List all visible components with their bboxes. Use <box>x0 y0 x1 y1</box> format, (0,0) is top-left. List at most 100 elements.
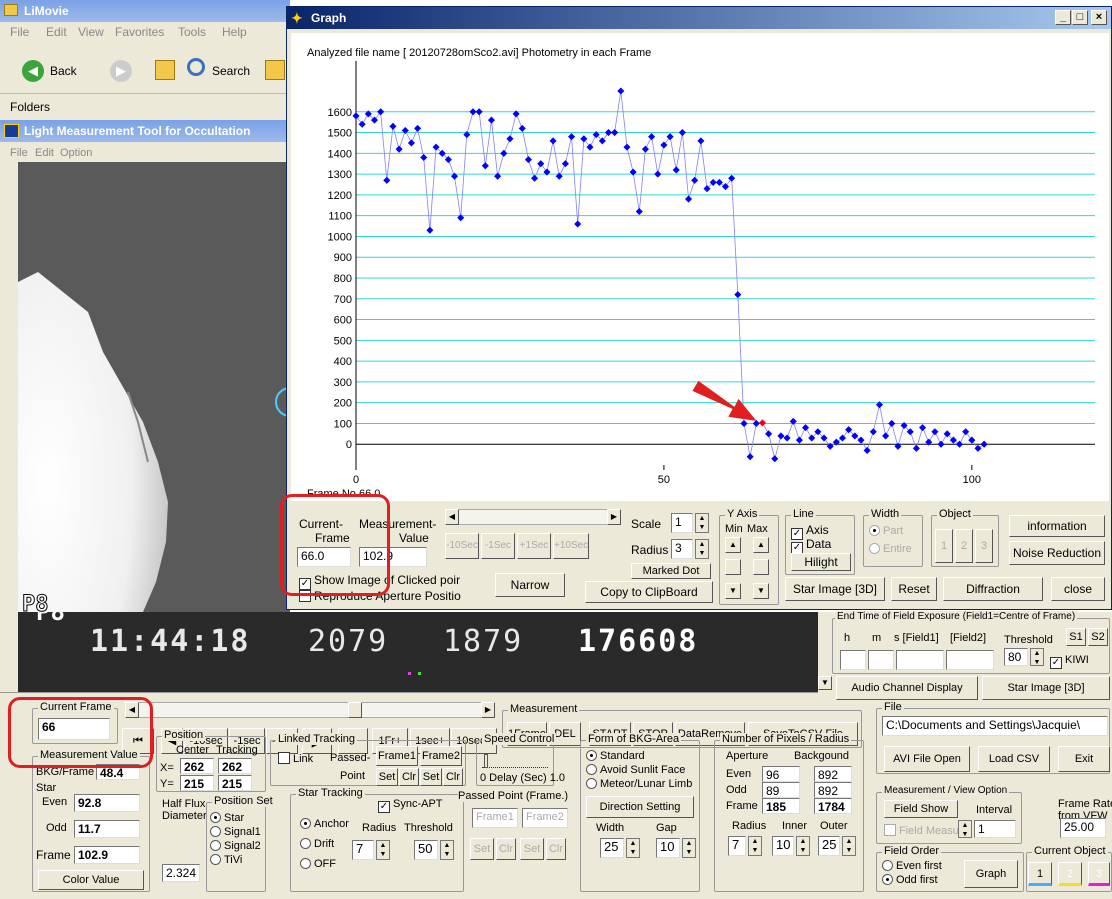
information-button[interactable]: information <box>1009 515 1105 537</box>
linked-clr2-button[interactable]: Clr <box>443 768 463 786</box>
graph-plus-10sec-button[interactable]: +10Sec <box>553 533 589 559</box>
bkg-standard-radio[interactable]: Standard <box>586 750 645 762</box>
lmt-menu-option[interactable]: Option <box>60 144 92 162</box>
odd-first-radio[interactable]: Odd first <box>882 874 938 886</box>
menu-edit[interactable]: Edit <box>46 22 67 42</box>
bkg-width-spinner[interactable]: ▲ ▼ <box>626 838 640 858</box>
noise-reduction-button[interactable]: Noise Reduction <box>1009 541 1105 565</box>
field-measure-checkbox-box[interactable] <box>884 824 896 836</box>
bkg-meteor-radio-dot[interactable] <box>586 778 597 789</box>
object-3-button[interactable]: 3 <box>1088 862 1110 886</box>
odd-first-radio-dot[interactable] <box>882 874 893 885</box>
close-window-button[interactable]: × <box>1091 10 1107 25</box>
speed-slider[interactable] <box>482 754 548 768</box>
end-m-input[interactable] <box>868 650 894 670</box>
y-max-down2[interactable]: ▼ <box>753 583 769 599</box>
frame-rate-input[interactable]: 25.00 <box>1060 818 1106 838</box>
menu-tools[interactable]: Tools <box>178 22 206 42</box>
sync-apt-checkbox[interactable]: ✓ Sync-APT <box>378 798 443 813</box>
frame-slider-track[interactable] <box>125 702 495 718</box>
radius-spinner[interactable]: ▲ ▼ <box>695 539 709 559</box>
field-measure-checkbox[interactable]: Field Measure <box>884 824 969 837</box>
hilight-button[interactable]: Hilight <box>791 553 851 571</box>
s2-button[interactable]: S2 <box>1088 628 1108 646</box>
field-show-button[interactable]: Field Show <box>884 800 958 818</box>
photometry-chart[interactable]: 0100200300400500600700800900100011001200… <box>291 33 1109 501</box>
part-radio-dot[interactable] <box>869 525 880 536</box>
entire-radio[interactable]: Entire <box>869 543 912 555</box>
linked-frame1-button[interactable]: Frame1 <box>376 746 418 766</box>
lmt-menu-edit[interactable]: Edit <box>35 144 54 162</box>
interval-input[interactable]: 1 <box>974 820 1016 838</box>
copy-to-clipboard-button[interactable]: Copy to ClipBoard <box>585 581 713 603</box>
back-label[interactable]: Back <box>50 64 77 78</box>
maximize-button[interactable]: □ <box>1072 10 1088 25</box>
star-image-3d-button[interactable]: Star Image [3D] <box>785 577 885 601</box>
drift-radio-dot[interactable] <box>300 838 311 849</box>
radius2-input[interactable]: 7 <box>728 836 746 856</box>
y-min-down2[interactable]: ▼ <box>725 583 741 599</box>
lmt-menu-file[interactable]: File <box>10 144 28 162</box>
outer-spinner[interactable]: ▲ ▼ <box>842 836 856 856</box>
anchor-radio[interactable]: Anchor <box>300 818 349 830</box>
star-image-3d-main-button[interactable]: Star Image [3D] <box>982 676 1110 700</box>
bkg-meteor-radio[interactable]: Meteor/Lunar Limb <box>586 778 692 790</box>
folders-toggle-icon[interactable] <box>265 60 285 80</box>
graph-object-2-button[interactable]: 2 <box>955 529 973 563</box>
ps-signal2-radio[interactable]: Signal2 <box>210 840 261 852</box>
linked-frame2-button[interactable]: Frame2 <box>420 746 462 766</box>
y-max-up[interactable]: ▲ <box>753 537 769 553</box>
bkg-avoid-radio[interactable]: Avoid Sunlit Face <box>586 764 685 776</box>
even-first-radio[interactable]: Even first <box>882 860 942 872</box>
data-checkbox[interactable]: ✓ Data <box>791 537 831 554</box>
reset-button[interactable]: Reset <box>891 577 937 601</box>
up-folder-icon[interactable] <box>155 60 175 80</box>
avi-file-open-button[interactable]: AVI File Open <box>884 746 970 772</box>
graph-minus-1sec-button[interactable]: -1Sec <box>481 533 515 559</box>
link-checkbox-box[interactable] <box>278 752 290 764</box>
color-value-button[interactable]: Color Value <box>38 870 144 890</box>
load-csv-button[interactable]: Load CSV <box>978 746 1050 772</box>
link-checkbox[interactable]: Link <box>278 752 313 765</box>
inner-input[interactable]: 10 <box>772 836 794 856</box>
pp-clr2-button[interactable]: Clr <box>546 838 566 860</box>
radius2-spinner[interactable]: ▲ ▼ <box>748 836 762 856</box>
graph-object-3-button[interactable]: 3 <box>975 529 993 563</box>
entire-radio-dot[interactable] <box>869 543 880 554</box>
diffraction-button[interactable]: Diffraction <box>943 577 1043 601</box>
ps-star-radio[interactable]: Star <box>210 812 244 824</box>
speed-slider-thumb[interactable] <box>484 754 488 768</box>
bkg-gap-input[interactable]: 10 <box>656 838 680 858</box>
search-icon[interactable] <box>187 58 205 76</box>
back-icon[interactable]: ◀ <box>22 60 44 82</box>
kiwi-checkbox-box[interactable]: ✓ <box>1050 657 1062 669</box>
y-min-up[interactable]: ▲ <box>725 537 741 553</box>
sync-apt-checkbox-box[interactable]: ✓ <box>378 801 390 813</box>
pp-frame2-input[interactable]: Frame2 <box>522 808 568 828</box>
st-radius-input[interactable]: 7 <box>352 840 374 860</box>
menu-help[interactable]: Help <box>222 22 247 42</box>
bkg-avoid-radio-dot[interactable] <box>586 764 597 775</box>
ps-star-radio-dot[interactable] <box>210 812 221 823</box>
linked-set1-button[interactable]: Set <box>376 768 398 786</box>
threshold-input[interactable]: 80 <box>1004 648 1028 666</box>
pp-frame1-input[interactable]: Frame1 <box>472 808 518 828</box>
graph-button[interactable]: Graph <box>964 860 1018 888</box>
bkg-gap-spinner[interactable]: ▲ ▼ <box>682 838 696 858</box>
ps-signal2-radio-dot[interactable] <box>210 840 221 851</box>
graph-plot-area[interactable]: Analyzed file name [ 20120728omSco2.avi]… <box>291 33 1109 501</box>
linked-clr1-button[interactable]: Clr <box>399 768 419 786</box>
outer-input[interactable]: 25 <box>818 836 840 856</box>
scale-spinner[interactable]: ▲ ▼ <box>695 513 709 533</box>
audio-channel-display-button[interactable]: Audio Channel Display <box>836 676 978 700</box>
exit-button[interactable]: Exit <box>1058 746 1110 772</box>
s1-button[interactable]: S1 <box>1066 628 1086 646</box>
frame-slider-thumb[interactable] <box>348 702 362 718</box>
even-first-radio-dot[interactable] <box>882 860 893 871</box>
ps-signal1-radio[interactable]: Signal1 <box>210 826 261 838</box>
anchor-radio-dot[interactable] <box>300 818 311 829</box>
pp-set2-button[interactable]: Set <box>520 838 544 860</box>
st-threshold-spinner[interactable]: ▲ ▼ <box>440 840 454 860</box>
end-h-input[interactable] <box>840 650 866 670</box>
scale-input[interactable]: 1 <box>671 513 693 533</box>
